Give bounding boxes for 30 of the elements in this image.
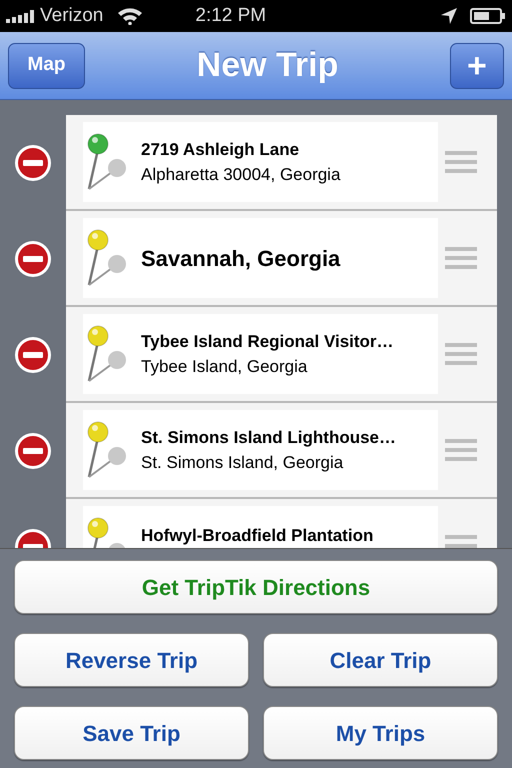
- carrier-name: Verizon: [40, 4, 104, 28]
- trip-button[interactable]: Save Trip: [14, 706, 249, 760]
- stop-subtitle: Alpharetta 30004, Georgia: [141, 164, 340, 186]
- battery-icon: [470, 7, 506, 25]
- stop-title: Tybee Island Regional Visitor…: [141, 330, 394, 353]
- delete-icon[interactable]: [14, 336, 52, 374]
- map-button[interactable]: Map: [8, 42, 85, 88]
- drag-handle-icon[interactable]: [445, 341, 477, 367]
- trip-button[interactable]: Clear Trip: [263, 633, 498, 687]
- delete-icon[interactable]: [14, 240, 52, 278]
- wifi-icon: [117, 7, 144, 25]
- drag-handle-icon[interactable]: [445, 437, 477, 463]
- trip-button[interactable]: Reverse Trip: [14, 633, 249, 687]
- add-button[interactable]: +: [450, 42, 504, 88]
- stop-subtitle: Tybee Island, Georgia: [141, 356, 308, 378]
- directions-button[interactable]: Get TripTik Directions: [14, 560, 498, 614]
- stop-title: St. Simons Island Lighthouse…: [141, 426, 396, 449]
- stop-title: Hofwyl-Broadfield Plantation: [141, 525, 374, 548]
- clock-time: 2:12 PM: [195, 4, 266, 28]
- stop-title: 2719 Ashleigh Lane: [141, 138, 300, 161]
- drag-handle-icon[interactable]: [445, 149, 477, 175]
- delete-icon[interactable]: [14, 144, 52, 182]
- location-arrow-icon: [440, 7, 458, 25]
- stop-subtitle: St. Simons Island, Georgia: [141, 452, 344, 474]
- delete-icon[interactable]: [14, 432, 52, 470]
- trip-button[interactable]: My Trips: [263, 706, 498, 760]
- screen-title: New Trip: [196, 45, 338, 86]
- drag-handle-icon[interactable]: [445, 245, 477, 271]
- stop-title: Savannah, Georgia: [141, 244, 340, 273]
- signal-icon: [6, 9, 36, 23]
